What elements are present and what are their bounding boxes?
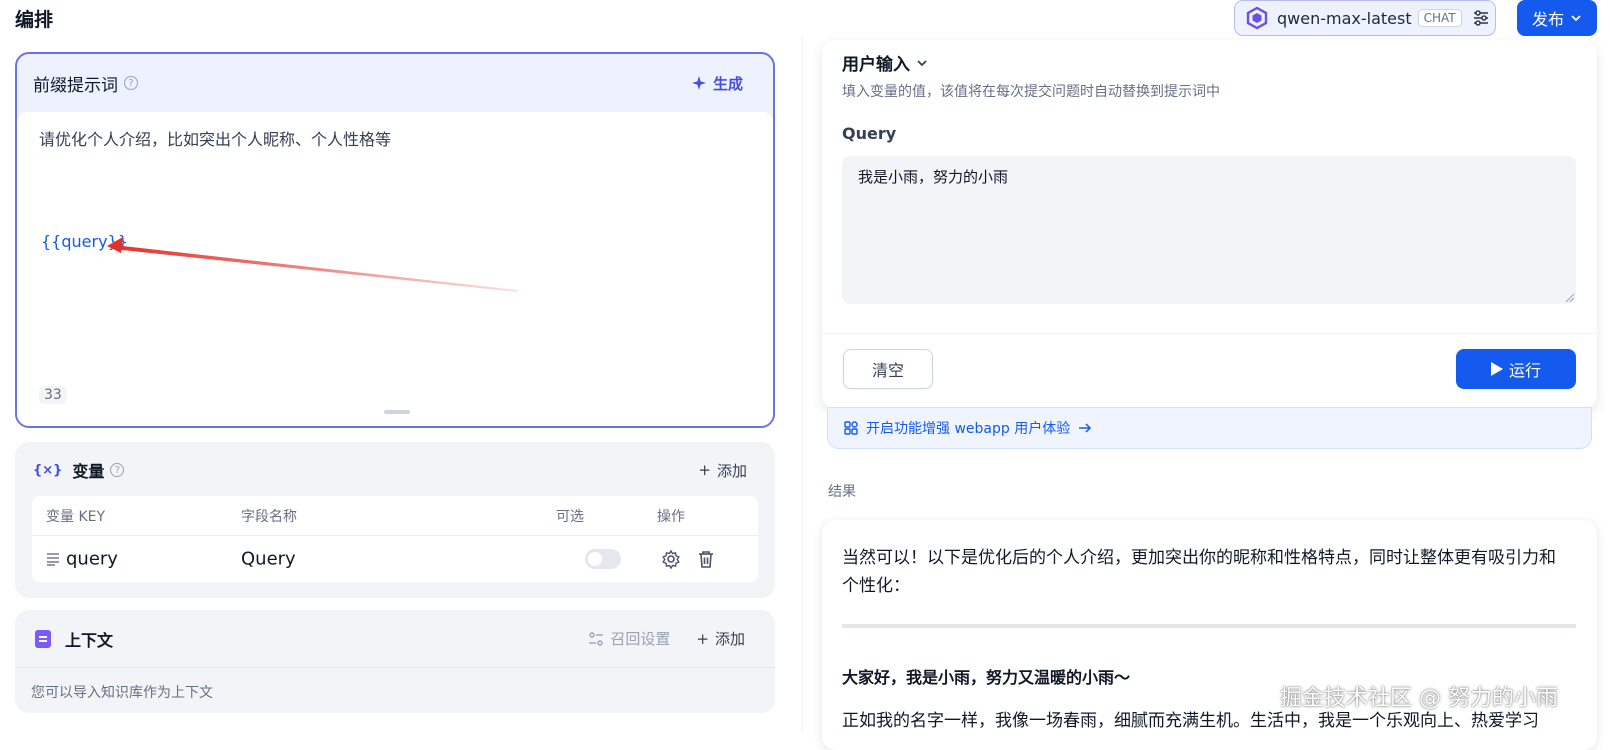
arrow-right-icon [1079, 423, 1092, 433]
sparkle-icon [691, 76, 706, 90]
variables-card: {×} 变量 ? + 添加 变量 KEY 字段名称 可选 操作 query Qu… [15, 442, 775, 598]
prompt-editor[interactable]: 请优化个人介绍，比如突出个人昵称、个人性格等 {{query}} [17, 112, 773, 426]
text-type-icon [47, 553, 59, 566]
run-button[interactable]: 运行 [1456, 349, 1576, 389]
table-row: query Query [32, 536, 758, 582]
apps-icon [844, 421, 858, 435]
qwen-logo-icon [1246, 6, 1268, 30]
variables-table: 变量 KEY 字段名称 可选 操作 query Query [32, 496, 758, 582]
resize-handle[interactable] [384, 410, 410, 414]
column-header: 操作 [657, 508, 685, 525]
result-card: 当然可以！以下是优化后的个人介绍，更加突出你的昵称和性格特点，同时让整体更有吸引… [822, 520, 1597, 750]
plus-icon: + [696, 629, 709, 648]
variable-key[interactable]: query [66, 549, 118, 570]
recall-settings-icon [589, 631, 604, 646]
query-label: Query [842, 124, 897, 143]
feature-banner[interactable]: 开启功能增强 webapp 用户体验 [827, 407, 1592, 449]
optional-toggle[interactable] [585, 549, 621, 569]
run-label: 运行 [1508, 361, 1541, 380]
clear-button[interactable]: 清空 [843, 349, 933, 389]
column-header: 字段名称 [241, 508, 297, 525]
context-header: 上下文 召回设置 + 添加 [15, 610, 775, 668]
variable-icon: {×} [33, 462, 63, 478]
add-label: 添加 [714, 630, 745, 648]
panel-divider [802, 36, 803, 732]
add-variable-button[interactable]: + 添加 [698, 460, 757, 481]
settings-sliders-icon[interactable] [1472, 9, 1490, 27]
add-label: 添加 [716, 461, 747, 480]
top-bar: 编排 qwen-max-latest CHAT 发布 [0, 0, 1611, 36]
chevron-down-icon [1571, 15, 1581, 22]
column-header: 变量 KEY [46, 508, 106, 525]
prompt-card: 前缀提示词 ? 生成 请优化个人介绍，比如突出个人昵称、个人性格等 {{quer… [15, 52, 775, 428]
user-input-toggle[interactable]: 用户输入 [842, 50, 928, 75]
help-icon[interactable]: ? [110, 463, 125, 477]
char-counter: 33 [39, 386, 67, 404]
prompt-header: 前缀提示词 ? 生成 [17, 54, 773, 112]
trash-icon[interactable] [696, 549, 716, 569]
user-input-description: 填入变量的值，该值将在每次提交问题时自动替换到提示词中 [842, 84, 1220, 100]
variable-name[interactable]: Query [241, 549, 296, 570]
play-icon [1490, 362, 1503, 376]
variables-title: 变量 [72, 462, 105, 481]
result-paragraph: 当然可以！以下是优化后的个人介绍，更加突出你的昵称和性格特点，同时让整体更有吸引… [842, 548, 1556, 596]
prompt-title: 前缀提示词 [33, 75, 118, 96]
result-divider [842, 624, 1576, 628]
model-selector-button[interactable]: qwen-max-latest CHAT [1234, 0, 1496, 36]
recall-settings-label: 召回设置 [610, 630, 671, 648]
model-name: qwen-max-latest [1277, 8, 1412, 28]
column-header: 可选 [556, 508, 584, 525]
generate-label: 生成 [712, 74, 743, 93]
context-description: 您可以导入知识库作为上下文 [31, 685, 213, 701]
document-icon [35, 629, 51, 648]
generate-button[interactable]: 生成 [691, 73, 757, 94]
context-card: 上下文 召回设置 + 添加 您可以导入知识库作为上下文 [15, 610, 775, 713]
result-label: 结果 [828, 484, 856, 500]
table-header: 变量 KEY 字段名称 可选 操作 [32, 496, 758, 536]
chevron-down-icon [917, 59, 927, 66]
model-mode-badge: CHAT [1417, 9, 1462, 27]
user-input-title: 用户输入 [842, 55, 910, 75]
variables-header: {×} 变量 ? + 添加 [15, 442, 775, 498]
help-icon[interactable]: ? [124, 76, 138, 90]
input-footer-divider [822, 333, 1597, 334]
user-input-card: 用户输入 填入变量的值，该值将在每次提交问题时自动替换到提示词中 Query 我… [822, 40, 1597, 409]
gear-icon[interactable] [661, 549, 681, 569]
query-textarea[interactable]: 我是小雨，努力的小雨 [842, 156, 1576, 304]
result-heading: 大家好，我是小雨，努力又温暖的小雨～ [842, 668, 1131, 687]
add-context-button[interactable]: + 添加 [696, 628, 755, 649]
recall-settings-button[interactable]: 召回设置 [588, 628, 670, 649]
publish-label: 发布 [1531, 10, 1564, 29]
annotation-arrow [107, 237, 517, 292]
textarea-resize-icon[interactable] [1566, 294, 1574, 302]
watermark: 掘金技术社区 @ 努力的小雨 [1280, 686, 1558, 711]
page-title: 编排 [15, 9, 54, 31]
feature-banner-text: 开启功能增强 webapp 用户体验 [866, 421, 1071, 437]
plus-icon: + [698, 461, 711, 479]
publish-button[interactable]: 发布 [1517, 0, 1597, 36]
context-title: 上下文 [65, 630, 114, 650]
